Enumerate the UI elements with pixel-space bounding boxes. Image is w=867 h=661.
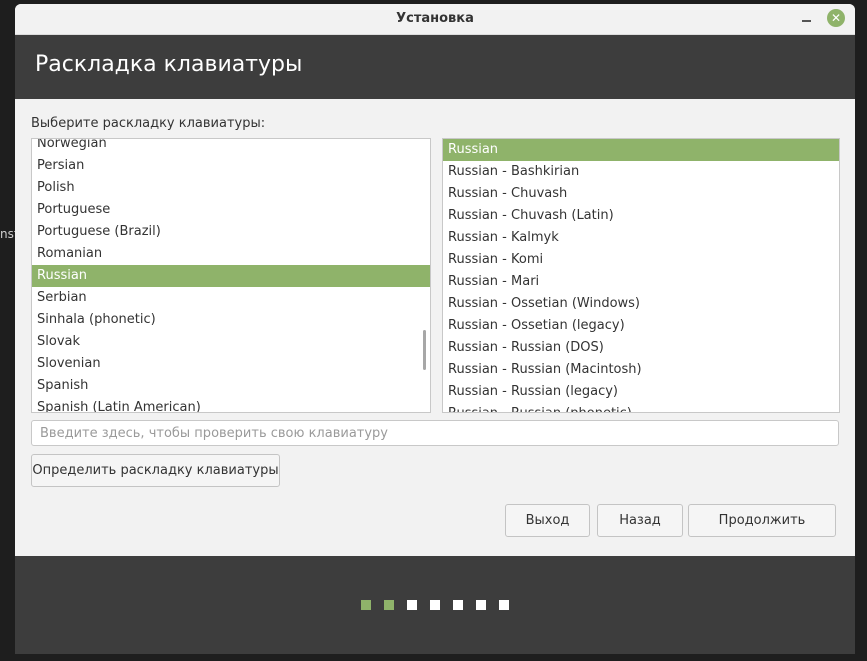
footer-band <box>15 556 855 654</box>
list-item[interactable]: Slovak <box>32 331 430 353</box>
list-item[interactable]: Russian - Mari <box>443 271 839 293</box>
title-bar: Установка ✕ <box>15 4 855 35</box>
list-item[interactable]: Russian - Russian (Macintosh) <box>443 359 839 381</box>
layout-list-scrollbar[interactable] <box>423 330 426 370</box>
close-button[interactable]: ✕ <box>827 9 845 27</box>
list-item[interactable]: Russian - Bashkirian <box>443 161 839 183</box>
list-item[interactable]: Russian - Kalmyk <box>443 227 839 249</box>
list-item[interactable]: Norwegian <box>32 139 430 155</box>
list-item[interactable]: Russian - Komi <box>443 249 839 271</box>
layout-list-items: Norwegian Persian Polish Portuguese Portugue… <box>32 139 430 412</box>
progress-step-dot <box>453 600 463 610</box>
list-item[interactable]: Russian - Russian (DOS) <box>443 337 839 359</box>
progress-step-dot <box>407 600 417 610</box>
window-title: Установка <box>396 11 474 26</box>
detect-layout-button[interactable]: Определить раскладку клавиатуры <box>31 454 280 487</box>
progress-step-dot <box>430 600 440 610</box>
variant-list[interactable]: Russian Russian - Bashkirian Russian - Chu… <box>442 138 840 413</box>
list-item[interactable]: Portuguese (Brazil) <box>32 221 430 243</box>
close-icon: ✕ <box>830 11 842 25</box>
list-item[interactable]: Serbian <box>32 287 430 309</box>
back-button[interactable]: Назад <box>597 504 683 537</box>
list-item[interactable]: Russian <box>443 139 839 161</box>
list-item[interactable]: Russian <box>32 265 430 287</box>
progress-step-dot <box>384 600 394 610</box>
progress-step-dot <box>476 600 486 610</box>
list-item[interactable]: Sinhala (phonetic) <box>32 309 430 331</box>
list-item[interactable]: Portuguese <box>32 199 430 221</box>
list-item[interactable]: Spanish <box>32 375 430 397</box>
variant-list-items: Russian Russian - Bashkirian Russian - Chu… <box>443 139 839 412</box>
progress-step-dot <box>499 600 509 610</box>
list-item[interactable]: Russian - Ossetian (Windows) <box>443 293 839 315</box>
quit-button[interactable]: Выход <box>505 504 590 537</box>
continue-button[interactable]: Продолжить <box>688 504 836 537</box>
keyboard-test-input[interactable] <box>31 420 839 446</box>
minimize-button[interactable] <box>798 10 814 26</box>
list-item[interactable]: Spanish (Latin American) <box>32 397 430 412</box>
layout-prompt: Выберите раскладку клавиатуры: <box>31 116 266 131</box>
list-item[interactable]: Russian - Ossetian (legacy) <box>443 315 839 337</box>
page-title: Раскладка клавиатуры <box>35 52 303 77</box>
header-band: Раскладка клавиатуры <box>15 35 855 99</box>
list-item[interactable]: Russian - Russian (phonetic) <box>443 403 839 412</box>
list-item[interactable]: Slovenian <box>32 353 430 375</box>
installer-window: Установка ✕ Раскладка клавиатуры Выберит… <box>15 4 855 654</box>
list-item[interactable]: Russian - Russian (legacy) <box>443 381 839 403</box>
list-item[interactable]: Persian <box>32 155 430 177</box>
list-item[interactable]: Russian - Chuvash (Latin) <box>443 205 839 227</box>
list-item[interactable]: Polish <box>32 177 430 199</box>
list-item[interactable]: Russian - Chuvash <box>443 183 839 205</box>
progress-step-dot <box>361 600 371 610</box>
layout-list[interactable]: Norwegian Persian Polish Portuguese Portugue… <box>31 138 431 413</box>
list-item[interactable]: Romanian <box>32 243 430 265</box>
